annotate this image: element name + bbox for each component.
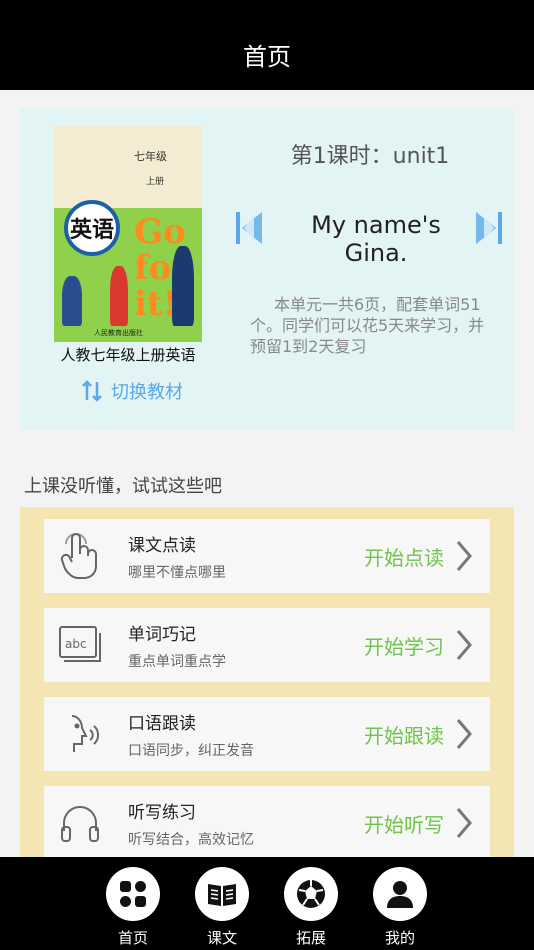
activity-name: 口语跟读 xyxy=(128,713,196,734)
chevron-right-icon xyxy=(456,541,472,571)
activity-card-reading[interactable]: 课文点读 哪里不懂点哪里 开始点读 xyxy=(44,519,490,593)
activity-action-label: 开始听写 xyxy=(364,812,444,837)
top-app-bar: 首页 xyxy=(0,0,534,90)
activity-list: 课文点读 哪里不懂点哪里 开始点读 abc 单词巧记 重点单词重点学 开始学习 xyxy=(20,507,514,867)
textbook-panel: 七年级 上册 英语 Go for it! 人民教育出版社 人教七年级上册英语 切… xyxy=(20,108,514,430)
svg-text:abc: abc xyxy=(65,637,87,651)
skip-back-icon xyxy=(236,212,262,244)
cover-term: 上册 xyxy=(146,177,165,187)
lesson-title: 第1课时：unit1 xyxy=(290,144,450,169)
switch-textbook-label: 切换教材 xyxy=(111,382,183,403)
chevron-right-icon xyxy=(456,630,472,660)
switch-textbook-button[interactable]: 切换教材 xyxy=(68,376,196,406)
activity-name: 听写练习 xyxy=(128,802,196,823)
page-title: 首页 xyxy=(243,43,291,71)
activity-subtitle: 口语同步，纠正发音 xyxy=(128,742,254,759)
next-unit-button[interactable] xyxy=(474,208,504,248)
tab-label: 首页 xyxy=(117,929,148,947)
tab-label: 拓展 xyxy=(295,929,326,947)
tab-label: 我的 xyxy=(384,929,415,947)
activity-card-speaking[interactable]: 口语跟读 口语同步，纠正发音 开始跟读 xyxy=(44,697,490,771)
section-title: 上课没听懂，试试这些吧 xyxy=(24,476,222,497)
cover-grade: 七年级 xyxy=(134,150,167,163)
ball-icon xyxy=(284,867,338,921)
grid-icon xyxy=(106,867,160,921)
unit-name: My name's Gina. xyxy=(311,211,441,267)
tab-label: 课文 xyxy=(206,929,237,947)
activity-subtitle: 哪里不懂点哪里 xyxy=(128,564,226,581)
headphones-icon xyxy=(44,786,116,860)
textbook-cover[interactable]: 七年级 上册 英语 Go for it! 人民教育出版社 xyxy=(54,126,202,342)
tab-profile[interactable]: 我的 xyxy=(365,867,435,950)
cover-publisher: 人民教育出版社 xyxy=(94,329,143,337)
activity-action-label: 开始跟读 xyxy=(364,723,444,748)
activity-name: 单词巧记 xyxy=(128,624,196,645)
unit-description: 本单元一共6页，配套单词51个。同学们可以花5天来学习，并预留1到2天复习 xyxy=(250,295,485,356)
cover-subject-badge: 英语 xyxy=(64,200,120,256)
user-icon xyxy=(373,867,427,921)
chevron-right-icon xyxy=(456,719,472,749)
book-icon xyxy=(195,867,249,921)
activity-subtitle: 听写结合，高效记忆 xyxy=(128,831,254,848)
tab-extension[interactable]: 拓展 xyxy=(276,867,346,950)
hand-pointer-icon xyxy=(44,519,116,593)
tab-home[interactable]: 首页 xyxy=(98,867,168,950)
swap-arrows-icon xyxy=(82,380,102,402)
chevron-right-icon xyxy=(456,808,472,838)
activity-subtitle: 重点单词重点学 xyxy=(128,653,226,670)
activity-card-dictation[interactable]: 听写练习 听写结合，高效记忆 开始听写 xyxy=(44,786,490,860)
skip-forward-icon xyxy=(476,212,502,244)
activity-action-label: 开始点读 xyxy=(364,545,444,570)
speaking-head-icon xyxy=(44,697,116,771)
textbook-title: 人教七年级上册英语 xyxy=(60,346,196,364)
activity-card-vocabulary[interactable]: abc 单词巧记 重点单词重点学 开始学习 xyxy=(44,608,490,682)
activity-name: 课文点读 xyxy=(128,535,196,556)
bottom-tab-bar: 首页 课文 拓展 我的 xyxy=(0,857,534,950)
prev-unit-button[interactable] xyxy=(234,208,264,248)
abc-card-icon: abc xyxy=(44,608,116,682)
tab-lessons[interactable]: 课文 xyxy=(187,867,257,950)
activity-action-label: 开始学习 xyxy=(364,634,444,659)
